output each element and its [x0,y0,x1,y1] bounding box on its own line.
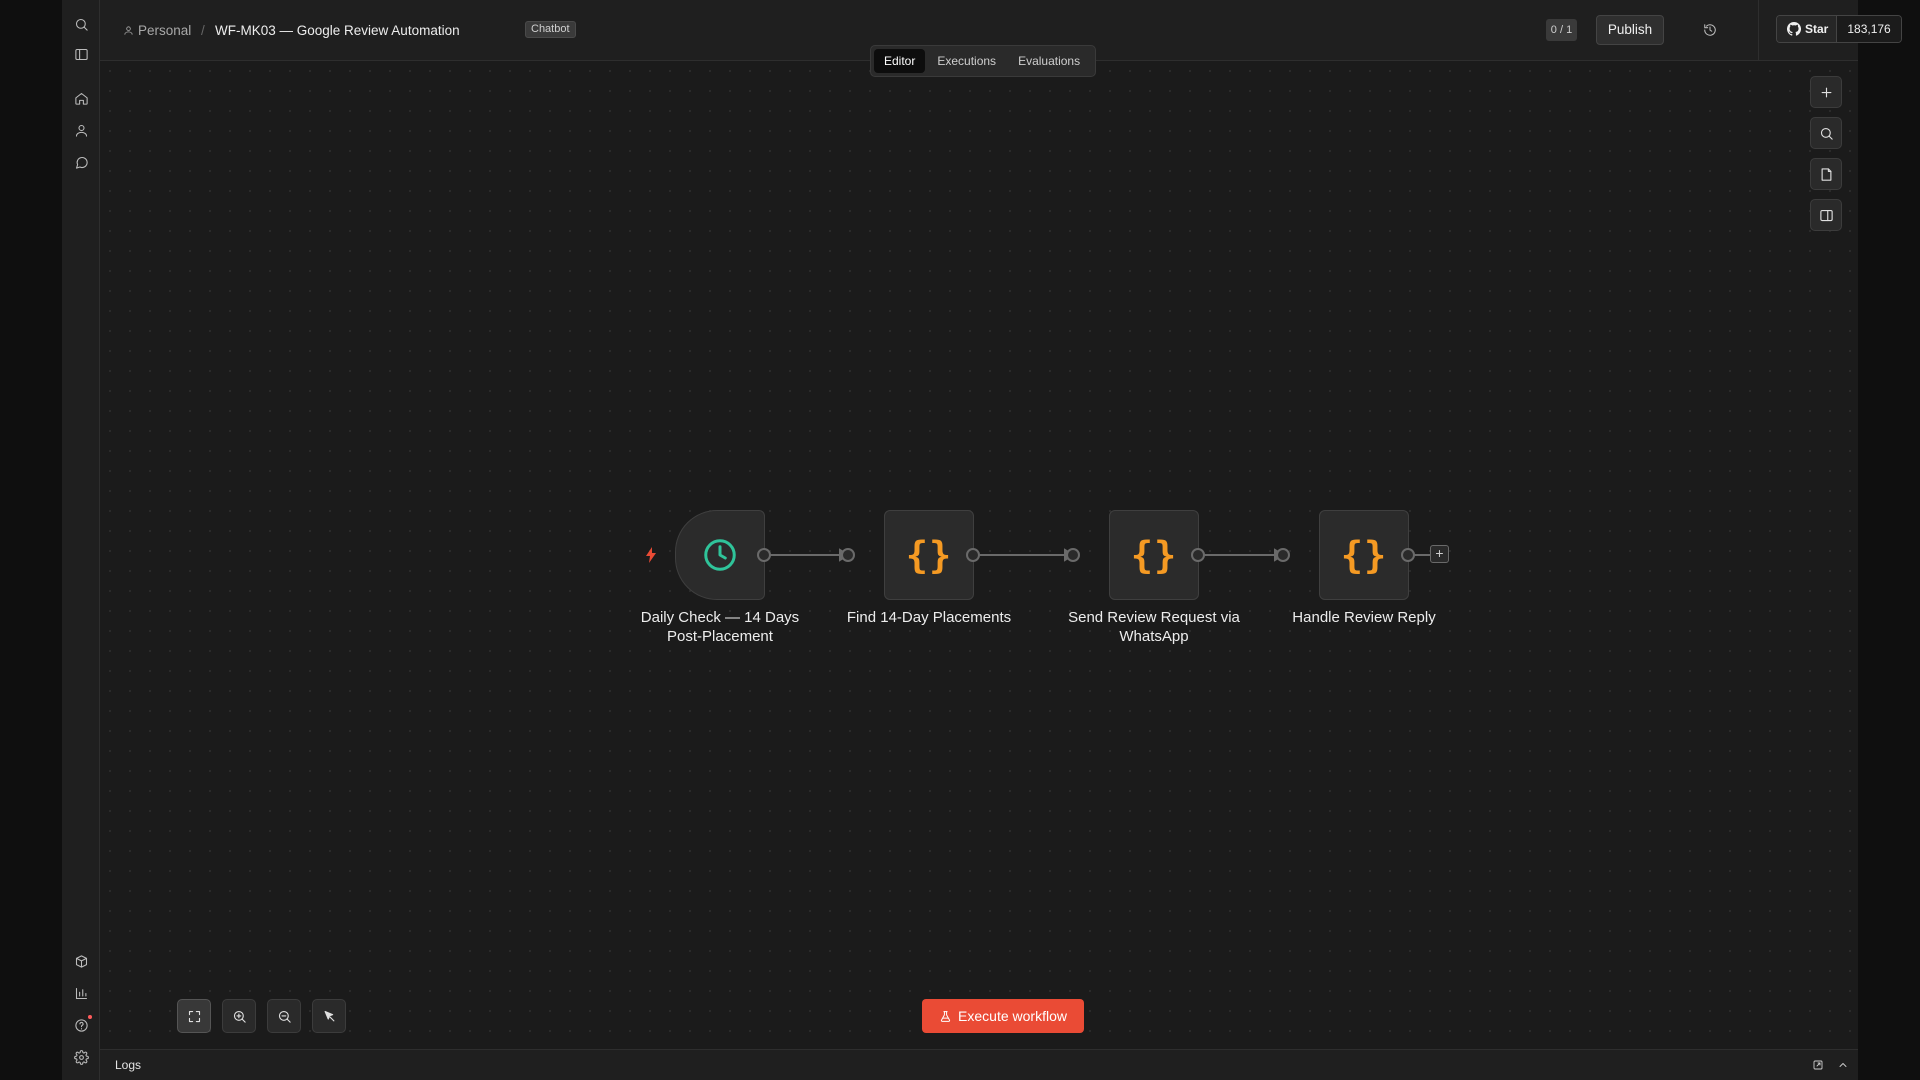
input-port[interactable] [841,548,855,562]
active-counter: 0 / 1 [1546,19,1577,41]
node-schedule-trigger[interactable] [675,510,765,600]
user-icon[interactable] [71,120,91,140]
tab-editor[interactable]: Editor [874,49,926,73]
templates-icon[interactable] [71,951,91,971]
lightning-icon [646,547,656,563]
node-label-line: Daily Check — 14 Days [640,609,800,626]
popout-icon[interactable] [1811,1058,1825,1072]
execute-workflow-button[interactable]: Execute workflow [922,999,1084,1033]
flask-icon [940,1010,951,1022]
tab-executions[interactable]: Executions [927,49,1006,73]
help-icon[interactable] [71,1015,92,1035]
breadcrumb-owner[interactable]: Personal [123,21,191,39]
node-label: Handle Review Reply [1264,608,1464,627]
settings-icon[interactable] [71,1047,91,1067]
node-label-line: Find 14-Day Placements [846,609,1012,626]
breadcrumb-separator: / [201,22,205,38]
zoom-out-icon [278,1010,291,1023]
node-label: Find 14-Day Placements [829,608,1029,627]
github-star-label: Star [1805,22,1829,36]
fit-view-icon [188,1010,200,1022]
fit-view-button[interactable] [177,999,211,1033]
node-send-review-request[interactable]: {} [1109,510,1199,600]
clock-icon [704,539,736,571]
history-icon[interactable] [1699,19,1721,41]
publish-button[interactable]: Publish [1596,15,1664,45]
input-port[interactable] [1066,548,1080,562]
braces-icon: {} [1130,533,1178,577]
node-label-line: Post-Placement [667,628,773,645]
sidebar-toggle-icon[interactable] [71,44,91,64]
user-icon [124,25,133,35]
node-find-placements[interactable]: {} [884,510,974,600]
breadcrumb-owner-label: Personal [138,22,192,38]
github-star: Star [1777,16,1838,42]
workflow-tag[interactable]: Chatbot [525,21,576,38]
output-port[interactable] [1401,548,1415,562]
sidebar [62,0,100,1080]
header-divider [1758,0,1759,60]
input-port[interactable] [1276,548,1290,562]
search-icon[interactable] [71,14,91,34]
logs-panel-bar[interactable]: Logs [100,1049,1858,1080]
node-label-line: Handle Review Reply [1292,609,1436,626]
zoom-in-button[interactable] [222,999,256,1033]
outer-margin-left [0,0,62,1080]
home-icon[interactable] [71,88,91,108]
insights-icon[interactable] [71,983,91,1003]
add-next-node-button[interactable]: + [1430,545,1449,563]
app-window: Personal / WF-MK03 — Google Review Autom… [62,0,1902,1080]
tidy-up-button[interactable] [312,999,346,1033]
braces-icon: {} [905,533,953,577]
output-port[interactable] [757,548,771,562]
workflow-name[interactable]: WF-MK03 — Google Review Automation [215,21,460,39]
chat-icon[interactable] [71,152,91,172]
node-label: Daily Check — 14 Days Post-Placement [620,608,820,646]
zoom-out-button[interactable] [267,999,301,1033]
node-handle-review-reply[interactable]: {} [1319,510,1409,600]
braces-icon: {} [1340,533,1388,577]
outer-margin-right [1858,0,1920,1080]
notification-dot [88,1015,92,1019]
github-icon [1787,22,1801,36]
zoom-in-icon [233,1010,246,1023]
logs-label: Logs [115,1058,142,1072]
tab-evaluations[interactable]: Evaluations [1008,49,1090,73]
tidy-up-icon [324,1010,334,1021]
execute-workflow-label: Execute workflow [958,1008,1067,1024]
github-star-count: 183,176 [1837,16,1901,42]
github-star-button[interactable]: Star 183,176 [1776,15,1902,43]
view-tabs: Editor Executions Evaluations [870,45,1096,77]
output-port[interactable] [1191,548,1205,562]
node-label: Send Review Request via WhatsApp [1054,608,1254,646]
node-label-line: Send Review Request via [1068,609,1240,626]
node-label-line: WhatsApp [1119,628,1189,645]
chevron-up-icon[interactable] [1836,1058,1850,1072]
output-port[interactable] [966,548,980,562]
workflow-canvas[interactable]: Daily Check — 14 Days Post-Placement {} … [100,61,1858,1049]
